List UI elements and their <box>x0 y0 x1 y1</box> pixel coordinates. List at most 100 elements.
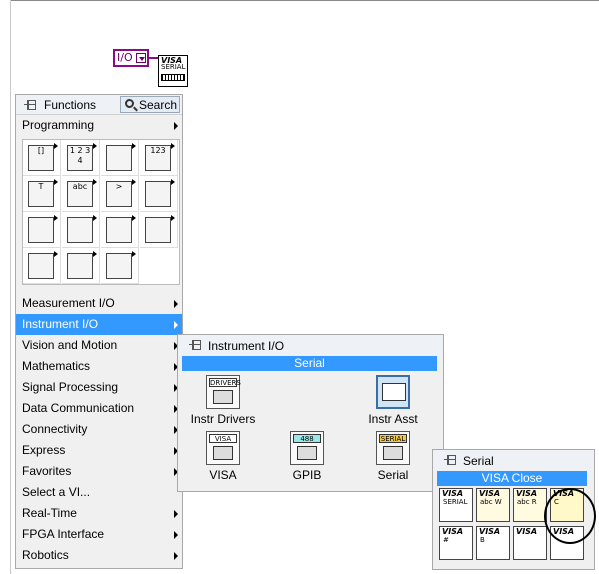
waveform-icon <box>106 217 132 243</box>
visa-item[interactable]: VISA VISA <box>186 431 260 482</box>
submenu-arrow-icon <box>174 300 178 308</box>
category-robotics[interactable]: Robotics <box>16 545 182 566</box>
cluster-icon <box>106 145 132 171</box>
category-label: Select a VI... <box>22 485 91 499</box>
palette-item[interactable] <box>23 212 61 248</box>
submenu-arrow-icon <box>54 215 58 221</box>
icon-top-label: VISA <box>516 527 538 536</box>
timing-icon <box>145 181 171 207</box>
icon-sub-label: # <box>443 536 449 544</box>
category-label: Robotics <box>22 548 69 562</box>
instr-asst-item[interactable]: Instr Asst <box>356 375 430 426</box>
submenu-arrow-icon <box>54 179 58 185</box>
gpib-icon: 488 <box>290 431 324 465</box>
subpalette-title: Instrument I/O <box>208 339 285 353</box>
category-label: Mathematics <box>22 359 91 373</box>
palette-item[interactable]: 1 2 3 4 <box>62 140 100 176</box>
palette-item[interactable] <box>62 248 100 284</box>
palette-item[interactable]: [] <box>23 140 61 176</box>
subpalette-title: Serial <box>463 454 494 468</box>
visa-serial-node[interactable]: VISA SERIAL <box>158 55 188 87</box>
palette-item[interactable] <box>101 248 139 284</box>
palette-title: Functions <box>44 98 97 112</box>
programming-icon-grid: [] 1 2 3 4 123 Tabc > <box>22 139 180 285</box>
palette-item[interactable] <box>140 176 178 212</box>
visa-bytes-at-port-icon[interactable]: VISA # <box>439 526 473 560</box>
visa-configure-serial-port-icon[interactable]: VISA SERIAL <box>439 488 473 522</box>
visa-node-sub: SERIAL <box>161 63 186 71</box>
category-label: Vision and Motion <box>22 338 118 352</box>
thumbtack-icon[interactable] <box>188 339 202 351</box>
palette-item[interactable] <box>101 212 139 248</box>
submenu-arrow-icon <box>93 251 97 257</box>
search-button[interactable]: Search <box>120 96 180 113</box>
submenu-arrow-icon <box>171 179 175 185</box>
submenu-arrow-icon <box>174 552 178 560</box>
palette-item[interactable] <box>140 212 178 248</box>
palette-item[interactable]: 123 <box>140 140 178 176</box>
icon-top-label: VISA <box>479 489 501 498</box>
palette-header: Functions Search <box>16 95 182 115</box>
submenu-arrow-icon <box>93 143 97 149</box>
visa-set-buffer-size-icon[interactable]: VISA <box>513 526 547 560</box>
category-fpga-interface[interactable]: FPGA Interface <box>16 524 182 545</box>
visa-serial-break-icon[interactable]: VISA B <box>476 526 510 560</box>
serial-icon: SERIAL <box>376 431 410 465</box>
palette-item[interactable] <box>101 140 139 176</box>
structures-icon: [] <box>28 145 54 171</box>
category-express[interactable]: Express <box>16 440 182 461</box>
visa-read-icon[interactable]: VISA abc R <box>513 488 547 522</box>
annotation-circle <box>544 488 596 544</box>
category-data-communication[interactable]: Data Communication <box>16 398 182 419</box>
submenu-arrow-icon <box>132 251 136 257</box>
category-favorites[interactable]: Favorites <box>16 461 182 482</box>
visa-resource-control[interactable]: I/O <box>113 49 149 67</box>
icon-sub-label: abc R <box>517 498 537 506</box>
category-vision-and-motion[interactable]: Vision and Motion <box>16 335 182 356</box>
serial-item[interactable]: SERIAL Serial <box>356 431 430 482</box>
category-instrument-io[interactable]: Instrument I/O <box>16 314 182 335</box>
category-connectivity[interactable]: Connectivity <box>16 419 182 440</box>
category-label: Express <box>22 443 66 457</box>
instr-drivers-item[interactable]: DRIVERS Instr Drivers <box>186 375 260 426</box>
category-programming[interactable]: Programming <box>16 115 182 136</box>
icon-top-label: VISA <box>516 489 538 498</box>
category-mathematics[interactable]: Mathematics <box>16 356 182 377</box>
functions-palette: Functions Search Programming [] 1 2 3 4 12… <box>15 94 183 569</box>
category-label: Connectivity <box>22 422 88 436</box>
dropdown-arrow-icon[interactable] <box>136 53 146 63</box>
thumbtack-icon[interactable] <box>23 99 37 111</box>
submenu-arrow-icon <box>171 143 175 149</box>
category-measurement-io[interactable]: Measurement I/O <box>16 293 182 314</box>
category-select-a-vi[interactable]: Select a VI... <box>16 482 182 503</box>
instrument-io-subpalette: Instrument I/O Serial DRIVERS Instr Driv… <box>177 334 444 492</box>
hover-highlight-bar: Serial <box>182 356 437 371</box>
category-real-time[interactable]: Real-Time <box>16 503 182 524</box>
submenu-arrow-icon <box>174 510 178 518</box>
palette-item[interactable]: T <box>23 176 61 212</box>
category-label: Data Communication <box>22 401 135 415</box>
gpib-item[interactable]: 488 GPIB <box>270 431 344 482</box>
palette-item[interactable] <box>62 212 100 248</box>
dialog-icon <box>28 217 54 243</box>
file-io-icon <box>67 217 93 243</box>
hover-highlight-bar: VISA Close <box>437 471 587 486</box>
numeric-icon: 123 <box>145 145 171 171</box>
icon-sub-label: abc W <box>480 498 502 506</box>
submenu-arrow-icon <box>93 215 97 221</box>
item-label: Serial <box>377 468 409 482</box>
palette-item[interactable]: abc <box>62 176 100 212</box>
thumbtack-icon[interactable] <box>443 454 457 466</box>
visa-write-icon[interactable]: VISA abc W <box>476 488 510 522</box>
category-label: Real-Time <box>22 506 77 520</box>
io-glyph: I/O <box>117 51 133 64</box>
window-top-edge <box>11 0 599 2</box>
category-signal-processing[interactable]: Signal Processing <box>16 377 182 398</box>
palette-item[interactable] <box>23 248 61 284</box>
graphics-sound-icon <box>67 253 93 279</box>
palette-item[interactable]: > <box>101 176 139 212</box>
submenu-arrow-icon <box>132 143 136 149</box>
report-generation-icon <box>106 253 132 279</box>
category-label: Programming <box>22 118 95 132</box>
category-label: Measurement I/O <box>22 296 115 310</box>
